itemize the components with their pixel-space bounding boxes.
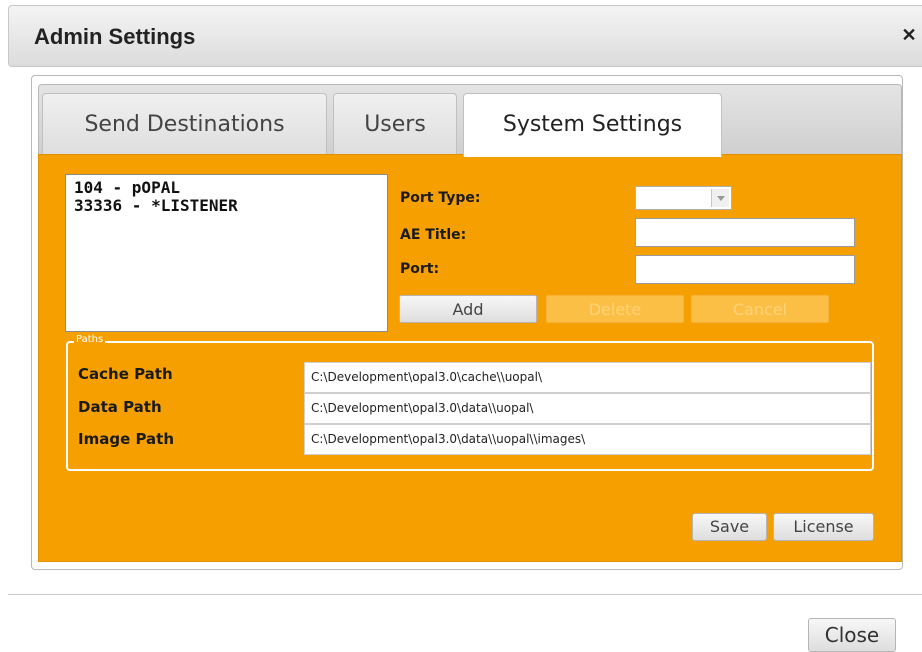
port-label: Port: xyxy=(400,261,440,277)
port-type-select[interactable] xyxy=(635,186,732,210)
save-button[interactable]: Save xyxy=(692,513,767,541)
cache-path-field[interactable]: C:\Development\opal3.0\cache\\uopal\ xyxy=(304,362,871,393)
license-button[interactable]: License xyxy=(773,513,874,541)
port-input[interactable] xyxy=(635,255,855,284)
footer-divider xyxy=(8,594,922,595)
tab-system-settings[interactable]: System Settings xyxy=(463,93,722,157)
dialog-titlebar: Admin Settings ✕ xyxy=(8,5,922,67)
data-path-label: Data Path xyxy=(78,398,162,416)
close-button[interactable]: Close xyxy=(808,618,896,652)
cache-path-label: Cache Path xyxy=(78,365,173,383)
ae-title-label: AE Title: xyxy=(400,227,467,243)
image-path-field[interactable]: C:\Development\opal3.0\data\\uopal\\imag… xyxy=(304,424,871,455)
port-type-label: Port Type: xyxy=(400,190,481,206)
delete-button[interactable]: Delete xyxy=(546,295,684,323)
paths-legend: Paths xyxy=(74,333,106,347)
add-button[interactable]: Add xyxy=(399,295,537,323)
list-item[interactable]: 33336 - *LISTENER xyxy=(74,197,379,215)
chevron-down-icon[interactable] xyxy=(711,189,729,207)
dialog-title: Admin Settings xyxy=(34,24,196,49)
image-path-label: Image Path xyxy=(78,430,175,448)
list-item[interactable]: 104 - pOPAL xyxy=(74,179,379,197)
close-icon[interactable]: ✕ xyxy=(900,26,918,44)
destination-list[interactable]: 104 - pOPAL 33336 - *LISTENER xyxy=(65,174,388,332)
cancel-button[interactable]: Cancel xyxy=(691,295,829,323)
ae-title-input[interactable] xyxy=(635,218,855,247)
data-path-field[interactable]: C:\Development\opal3.0\data\\uopal\ xyxy=(304,393,871,424)
tab-send-destinations[interactable]: Send Destinations xyxy=(42,93,327,155)
tab-users[interactable]: Users xyxy=(333,93,457,155)
admin-settings-dialog: Admin Settings ✕ Send Destinations Users… xyxy=(0,0,922,652)
